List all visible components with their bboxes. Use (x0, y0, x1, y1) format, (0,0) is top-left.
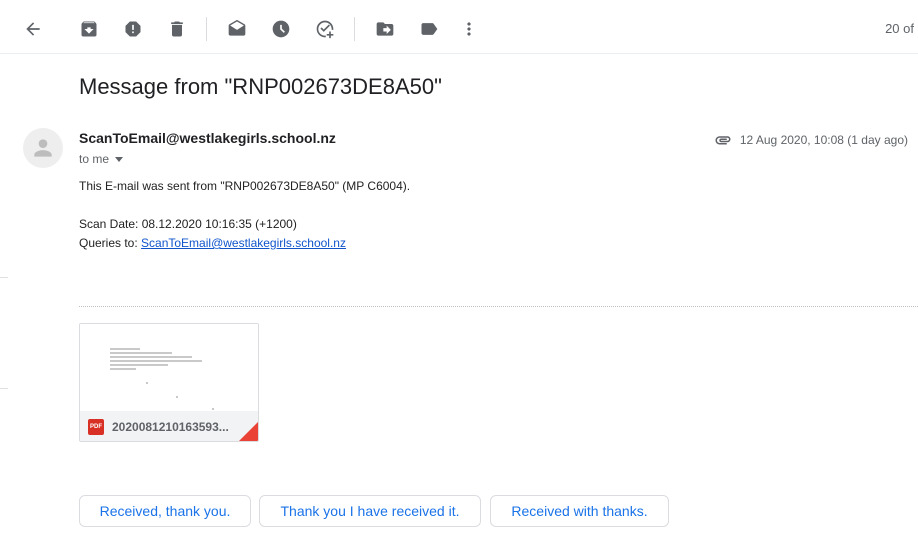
attachment-footer: PDF 2020081210163593... (80, 411, 258, 441)
move-to-icon[interactable] (373, 17, 397, 41)
toolbar-separator (354, 17, 355, 41)
more-vert-icon[interactable] (457, 17, 481, 41)
message-date: 12 Aug 2020, 10:08 (1 day ago) (739, 133, 908, 147)
edge-mark (0, 388, 8, 389)
message-subject: Message from "RNP002673DE8A50" (79, 74, 442, 99)
sender-email[interactable]: ScanToEmail@westlakegirls.school.nz (79, 130, 336, 146)
add-to-tasks-icon[interactable] (313, 17, 337, 41)
smart-reply-chip[interactable]: Received, thank you. (79, 495, 251, 527)
smart-reply-chip[interactable]: Thank you I have received it. (259, 495, 481, 527)
delete-icon[interactable] (165, 17, 189, 41)
body-scan-date: Scan Date: 08.12.2020 10:16:35 (+1200) (79, 217, 297, 231)
chevron-down-icon[interactable] (115, 157, 124, 162)
recipient-label: to me (79, 152, 110, 166)
label-icon[interactable] (417, 17, 441, 41)
report-spam-icon[interactable] (121, 17, 145, 41)
attachment-preview (80, 324, 258, 411)
pdf-icon: PDF (88, 418, 104, 435)
attachments-divider (79, 306, 918, 307)
page-count: 20 of (885, 21, 914, 36)
recipient-details[interactable]: to me (79, 152, 124, 166)
message-date-area: 12 Aug 2020, 10:08 (1 day ago) (714, 131, 908, 149)
body-sent-from: This E-mail was sent from "RNP002673DE8A… (79, 179, 411, 193)
attachment-card[interactable]: PDF 2020081210163593... (79, 323, 259, 442)
attachment-clip-icon (714, 131, 732, 149)
archive-icon[interactable] (77, 17, 101, 41)
attachment-corner-fold (239, 422, 258, 441)
sender-avatar[interactable] (23, 128, 63, 168)
edge-mark (0, 277, 8, 278)
body-queries: Queries to: ScanToEmail@westlakegirls.sc… (79, 236, 346, 250)
mark-unread-icon[interactable] (225, 17, 249, 41)
person-icon (34, 139, 52, 157)
back-arrow-icon[interactable] (21, 17, 45, 41)
snooze-icon[interactable] (269, 17, 293, 41)
attachment-filename: 2020081210163593... (112, 419, 229, 434)
queries-label: Queries to: (79, 236, 142, 250)
smart-reply-chip[interactable]: Received with thanks. (490, 495, 669, 527)
queries-email-link[interactable]: ScanToEmail@westlakegirls.school.nz (141, 236, 346, 250)
toolbar: 20 of (0, 0, 918, 54)
toolbar-separator (206, 17, 207, 41)
